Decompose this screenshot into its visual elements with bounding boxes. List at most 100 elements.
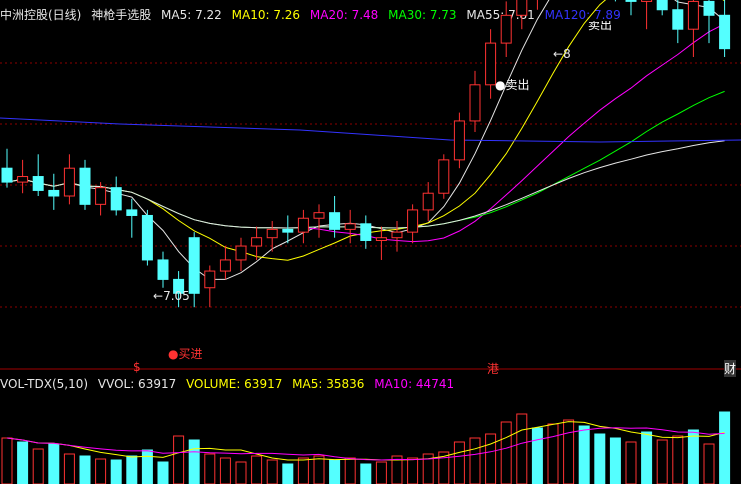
volume-bar: [453, 441, 465, 484]
sell-signal-top: 卖出: [588, 21, 613, 31]
volume-bar: [48, 443, 60, 484]
down-candle-body: [126, 209, 138, 216]
candle: [656, 0, 668, 16]
volume-bar: [360, 463, 372, 484]
up-candle-body: [204, 270, 216, 289]
up-candle-body: [297, 217, 309, 233]
candle: [422, 182, 434, 222]
volume-bar: [625, 441, 637, 484]
price-chart[interactable]: [0, 0, 741, 370]
down-candle-body: [656, 0, 668, 11]
candle: [516, 0, 528, 30]
candle: [407, 204, 419, 244]
volume-bar: [126, 455, 138, 484]
candle: [703, 0, 715, 44]
volume-bar: [157, 461, 169, 484]
candle: [235, 237, 247, 272]
volume-bar: [79, 455, 91, 484]
volume-bar: [329, 459, 341, 484]
candle: [469, 70, 481, 133]
up-candle-body: [687, 0, 699, 30]
candle: [500, 1, 512, 57]
vol-indicator-name[interactable]: VOL-TDX(5,10): [0, 377, 88, 391]
down-candle-body: [141, 214, 153, 261]
vol-ma10-label: MA10: 44741: [374, 377, 455, 391]
candle: [360, 215, 372, 249]
candle: [126, 198, 138, 238]
buy-signal: ●买进: [168, 347, 203, 361]
up-candle-body: [344, 223, 356, 230]
volume-bar: [609, 437, 621, 484]
candle: [641, 0, 653, 30]
vvol-label: VVOL: 63917: [97, 377, 177, 391]
up-candle-body: [516, 0, 528, 16]
candle: [17, 159, 29, 194]
candle: [438, 154, 450, 199]
vol-ma5-label: MA5: 35836: [292, 377, 365, 391]
candle: [32, 154, 44, 196]
candle: [188, 232, 200, 308]
candle: [687, 0, 699, 57]
volume-bar: [516, 413, 528, 484]
candle: [1, 148, 13, 188]
volume-bar: [703, 443, 715, 484]
up-candle-body: [407, 209, 419, 233]
high-price-annotation: ←8: [553, 47, 571, 61]
down-candle-body: [625, 0, 637, 2]
volume-bar: [32, 448, 44, 484]
down-candle-body: [188, 237, 200, 294]
volume-bar: [578, 425, 590, 484]
ma55-line: [6, 140, 725, 229]
down-candle-body: [32, 176, 44, 191]
volume-bar: [188, 439, 200, 484]
marker-mid: 港: [487, 362, 500, 376]
volume-bar: [297, 457, 309, 484]
up-candle-body: [469, 84, 481, 122]
low-price-annotation: ←7.05: [153, 289, 190, 303]
up-candle-body: [63, 167, 75, 197]
candle: [63, 154, 75, 205]
down-candle-body: [360, 223, 372, 241]
candle: [48, 173, 60, 210]
ma120-line: [0, 117, 741, 143]
up-candle-body: [17, 176, 29, 183]
up-candle-body: [95, 187, 107, 205]
up-candle-body: [313, 212, 325, 219]
volume-bar: [95, 458, 107, 484]
candle: [219, 246, 231, 280]
down-candle-body: [703, 0, 715, 16]
volume-bar: [235, 461, 247, 484]
volume-bar: [719, 411, 731, 484]
volume-bar: [687, 429, 699, 484]
volume-bar: [282, 463, 294, 484]
candle: [391, 221, 403, 252]
volume-bar: [672, 435, 684, 484]
volume-bar: [594, 433, 606, 484]
volume-bar: [266, 459, 278, 484]
volume-chart[interactable]: [0, 390, 741, 484]
marker-left: $: [133, 360, 141, 374]
up-candle-body: [219, 259, 231, 272]
up-candle-body: [235, 245, 247, 261]
volume-bar: [219, 457, 231, 484]
up-candle-body: [422, 192, 434, 211]
up-candle-body: [641, 0, 653, 2]
volume-bar: [344, 457, 356, 484]
volume-bar: [500, 421, 512, 484]
candle: [110, 176, 122, 216]
candle: [313, 204, 325, 238]
down-candle-body: [1, 167, 13, 183]
down-candle-body: [110, 187, 122, 211]
volume-bar: [1, 437, 13, 484]
up-candle-body: [266, 228, 278, 239]
down-candle-body: [672, 9, 684, 30]
candle: [344, 209, 356, 244]
candle: [141, 209, 153, 266]
volume-bar: [641, 431, 653, 484]
volume-bar: [110, 459, 122, 484]
volume-bar: [375, 461, 387, 484]
candle: [719, 0, 731, 57]
candle: [157, 251, 169, 288]
up-candle-body: [438, 159, 450, 194]
volume-bar: [17, 441, 29, 484]
